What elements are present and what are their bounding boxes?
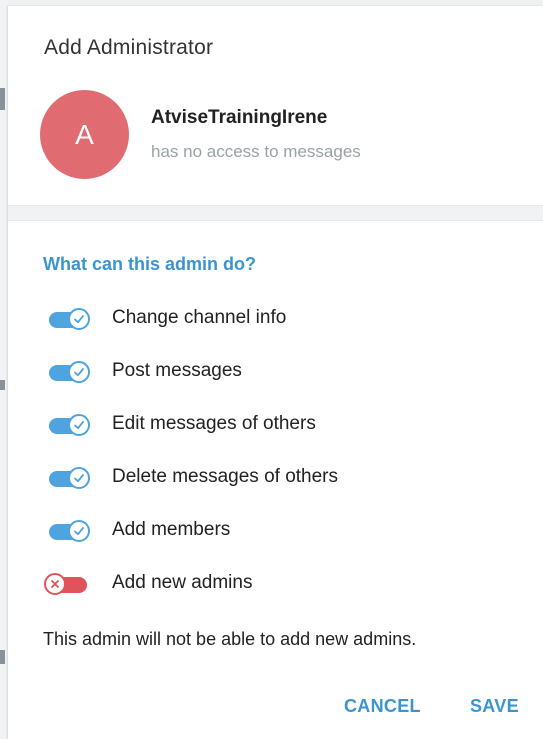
permission-note: This admin will not be able to add new a…: [43, 629, 417, 649]
permission-label: Add members: [112, 519, 231, 540]
app-frame: Add Administrator A AtviseTrainingIrene …: [0, 0, 543, 739]
check-icon: [68, 361, 90, 383]
permission-toggle[interactable]: [46, 308, 92, 330]
permission-toggle[interactable]: [46, 467, 92, 489]
permission-row[interactable]: Add new admins: [8, 565, 543, 601]
check-icon: [68, 308, 90, 330]
add-administrator-dialog: Add Administrator A AtviseTrainingIrene …: [8, 6, 543, 739]
user-status: has no access to messages: [151, 142, 361, 161]
background-window-edge: [0, 0, 8, 739]
user-name: AtviseTrainingIrene: [151, 107, 328, 128]
permission-toggle[interactable]: [46, 361, 92, 383]
cross-icon: [44, 573, 66, 595]
background-marker: [0, 380, 5, 390]
cancel-button[interactable]: CANCEL: [340, 692, 425, 721]
permission-toggle[interactable]: [44, 573, 92, 595]
check-icon: [68, 414, 90, 436]
permission-row[interactable]: Post messages: [8, 353, 543, 389]
background-marker: [0, 88, 5, 110]
permission-label: Delete messages of others: [112, 466, 339, 487]
avatar-initial: A: [75, 118, 94, 150]
background-marker: [0, 650, 5, 664]
dialog-title: Add Administrator: [44, 36, 214, 59]
permission-label: Post messages: [112, 360, 242, 381]
permission-row[interactable]: Add members: [8, 512, 543, 548]
permission-row[interactable]: Edit messages of others: [8, 406, 543, 442]
permission-toggle[interactable]: [46, 520, 92, 542]
check-icon: [68, 520, 90, 542]
permission-label: Edit messages of others: [112, 413, 316, 434]
avatar: A: [40, 90, 129, 179]
permissions-section-title: What can this admin do?: [43, 254, 257, 274]
section-divider: [8, 205, 543, 221]
permission-row[interactable]: Delete messages of others: [8, 459, 543, 495]
permission-row[interactable]: Change channel info: [8, 300, 543, 336]
permission-label: Change channel info: [112, 307, 287, 328]
check-icon: [68, 467, 90, 489]
save-button[interactable]: SAVE: [466, 692, 523, 721]
permission-label: Add new admins: [112, 572, 253, 593]
permission-toggle[interactable]: [46, 414, 92, 436]
